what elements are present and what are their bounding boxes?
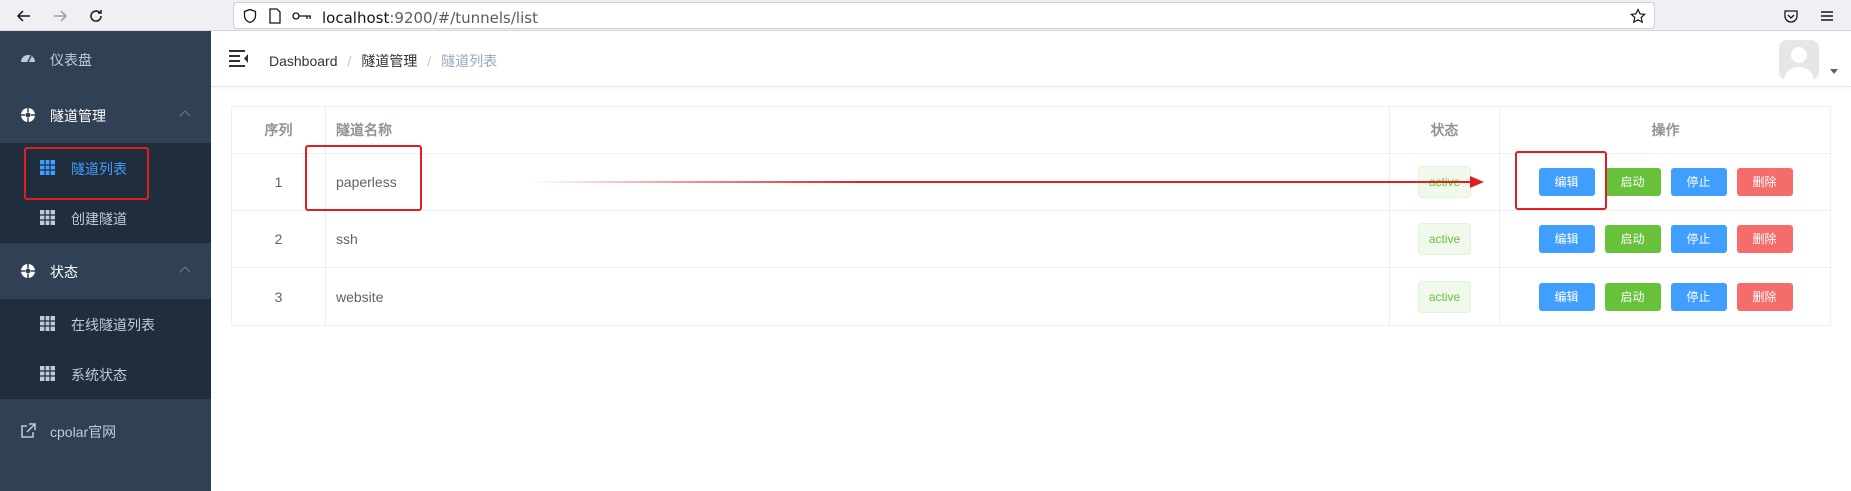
- user-avatar-icon: [1784, 47, 1814, 80]
- navbar: Dashboard / 隧道管理 / 隧道列表: [211, 31, 1851, 87]
- annotation-arrow: [530, 176, 1484, 188]
- tunnel-name: website: [326, 268, 1390, 325]
- start-button[interactable]: 启动: [1604, 225, 1661, 253]
- edit-button[interactable]: 编辑: [1538, 225, 1595, 253]
- status-badge: active: [1417, 280, 1472, 313]
- shield-icon[interactable]: [242, 8, 258, 24]
- hamburger-icon[interactable]: [229, 49, 249, 67]
- annotation-box-tunnel-list: [24, 147, 149, 200]
- table-header-row: 序列 隧道名称 状态 操作: [232, 107, 1830, 154]
- breadcrumb-tunnel-list: 隧道列表: [441, 53, 498, 69]
- sidebar-item-cpolar-site[interactable]: cpolar官网: [0, 403, 211, 459]
- table-icon: [40, 366, 55, 381]
- tunnel-table: 序列 隧道名称 状态 操作 1 paperless active 编辑 启动 停…: [231, 106, 1831, 326]
- table-row: 3 website active 编辑 启动 停止 删除: [232, 268, 1830, 325]
- table-row: 2 ssh active 编辑 启动 停止 删除: [232, 211, 1830, 268]
- back-icon[interactable]: [12, 4, 36, 28]
- delete-button[interactable]: 删除: [1736, 168, 1793, 196]
- header-name: 隧道名称: [326, 107, 1390, 153]
- sidebar-item-system-status[interactable]: 系统状态: [0, 349, 211, 399]
- status-badge: active: [1417, 223, 1472, 255]
- chevron-up-icon: [179, 266, 191, 278]
- reload-icon[interactable]: [84, 4, 108, 28]
- dashboard-icon: [21, 55, 35, 63]
- sidebar-item-tunnel-manage[interactable]: 隧道管理: [0, 87, 211, 143]
- status-icon: [21, 264, 35, 278]
- edit-button[interactable]: 编辑: [1538, 282, 1595, 311]
- caret-down-icon[interactable]: [1830, 69, 1838, 74]
- external-link-icon: [21, 423, 36, 438]
- breadcrumb-dashboard[interactable]: Dashboard: [269, 53, 338, 69]
- sidebar: 仪表盘 隧道管理 隧道列表 创建隧道 状态 在线隧道列表 系统状态 cpolar…: [0, 31, 211, 491]
- header-actions: 操作: [1651, 122, 1680, 138]
- stop-button[interactable]: 停止: [1670, 282, 1727, 311]
- chevron-up-icon: [179, 110, 191, 122]
- pocket-icon[interactable]: [1779, 4, 1803, 28]
- page-icon[interactable]: [268, 8, 282, 24]
- forward-icon[interactable]: [48, 4, 72, 28]
- delete-button[interactable]: 删除: [1736, 282, 1793, 311]
- sidebar-item-status[interactable]: 状态: [0, 243, 211, 299]
- bookmark-star-icon[interactable]: [1630, 8, 1646, 24]
- sidebar-item-create-tunnel[interactable]: 创建隧道: [0, 193, 211, 243]
- sidebar-item-online-tunnels[interactable]: 在线隧道列表: [0, 299, 211, 349]
- breadcrumb-tunnel-manage[interactable]: 隧道管理: [361, 53, 417, 69]
- stop-button[interactable]: 停止: [1670, 168, 1727, 196]
- breadcrumb: Dashboard / 隧道管理 / 隧道列表: [269, 53, 498, 69]
- table-icon: [40, 210, 55, 225]
- tunnel-name: ssh: [326, 211, 1390, 267]
- tunnel-manage-icon: [21, 108, 35, 122]
- header-status: 状态: [1390, 107, 1500, 153]
- annotation-box-paperless: [305, 145, 422, 211]
- annotation-box-edit: [1515, 151, 1607, 210]
- avatar[interactable]: [1779, 40, 1819, 80]
- url-bar[interactable]: localhost:9200/#/tunnels/list: [233, 2, 1655, 29]
- key-icon[interactable]: [292, 11, 312, 21]
- url-text: localhost:9200/#/tunnels/list: [322, 9, 538, 27]
- table-icon: [40, 316, 55, 331]
- delete-button[interactable]: 删除: [1736, 225, 1793, 253]
- browser-toolbar: localhost:9200/#/tunnels/list: [0, 0, 1851, 31]
- menu-icon[interactable]: [1815, 4, 1839, 28]
- start-button[interactable]: 启动: [1604, 282, 1661, 311]
- sidebar-item-dashboard[interactable]: 仪表盘: [0, 31, 211, 87]
- stop-button[interactable]: 停止: [1670, 225, 1727, 253]
- start-button[interactable]: 启动: [1604, 168, 1661, 196]
